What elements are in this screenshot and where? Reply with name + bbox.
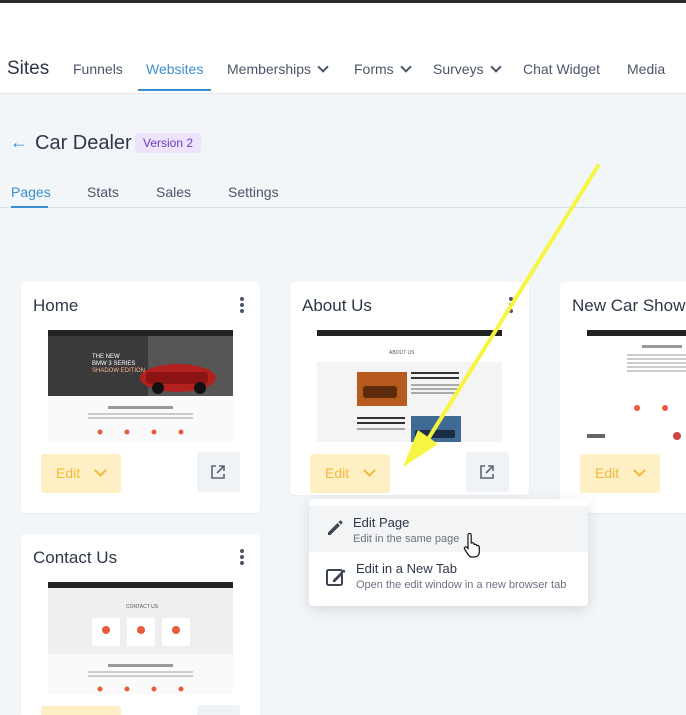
- menu-item-title: Edit in a New Tab: [356, 561, 457, 576]
- open-in-new-tab-button[interactable]: [197, 705, 240, 715]
- contact-heading: CONTACT US: [126, 604, 159, 610]
- menu-item-edit-page[interactable]: Edit Page Edit in the same page: [309, 506, 588, 552]
- chevron-down-icon: [489, 61, 502, 73]
- edit-button[interactable]: Edit: [310, 454, 390, 493]
- page-thumbnail[interactable]: ABOUT US: [317, 330, 502, 442]
- card-title: Contact Us: [33, 548, 118, 567]
- home-thumbnail-image: THE NEW BMW 3 SERIES SHADOW EDITION: [48, 330, 233, 435]
- page-thumbnail[interactable]: [587, 330, 686, 442]
- nav-item-surveys[interactable]: Surveys: [433, 61, 502, 77]
- chevron-down-icon: [363, 464, 376, 477]
- chevron-down-icon: [400, 61, 412, 73]
- nav-item-chat-widget[interactable]: Chat Widget: [523, 61, 600, 77]
- hero-line-1: THE NEW: [92, 354, 120, 360]
- nav-item-surveys-label: Surveys: [433, 61, 484, 77]
- about-thumbnail-image: ABOUT US: [317, 330, 502, 442]
- arrow-left-icon[interactable]: ←: [10, 132, 28, 153]
- open-in-new-tab-button[interactable]: [197, 452, 240, 492]
- page-thumbnail[interactable]: THE NEW BMW 3 SERIES SHADOW EDITION: [48, 330, 233, 442]
- nav-item-websites[interactable]: Websites: [146, 61, 203, 77]
- hero-line-3: SHADOW EDITION: [92, 368, 145, 374]
- nav-item-forms-label: Forms: [354, 61, 394, 77]
- active-nav-indicator: [138, 89, 211, 91]
- chevron-down-icon: [94, 464, 107, 477]
- about-heading: ABOUT US: [389, 350, 415, 356]
- card-title: Home: [33, 296, 79, 315]
- page-title: Car Dealer: [35, 132, 132, 154]
- chevron-down-icon: [633, 464, 646, 477]
- edit-button-label: Edit: [325, 465, 350, 481]
- page-thumbnail[interactable]: CONTACT US: [48, 582, 233, 694]
- chevron-down-icon: [317, 61, 329, 73]
- edit-button[interactable]: [41, 706, 121, 715]
- edit-button[interactable]: Edit: [41, 454, 121, 493]
- version-badge: Version 2: [135, 133, 202, 153]
- top-nav: Sites Funnels Websites Memberships Forms…: [0, 3, 686, 94]
- nav-item-funnels[interactable]: Funnels: [73, 61, 123, 77]
- tab-sales[interactable]: Sales: [156, 184, 191, 200]
- edit-button-label: Edit: [56, 465, 81, 481]
- kebab-menu-icon[interactable]: [240, 297, 244, 313]
- nav-item-forms[interactable]: Forms: [354, 61, 412, 77]
- nav-item-memberships-label: Memberships: [227, 61, 312, 77]
- menu-item-edit-new-tab[interactable]: Edit in a New Tab Open the edit window i…: [309, 554, 588, 600]
- external-link-icon: [211, 465, 225, 479]
- nav-item-memberships[interactable]: Memberships: [227, 61, 329, 77]
- page-card-about-us: About Us ABOUT US Edit: [290, 282, 529, 495]
- edit-button-label: Edit: [595, 465, 620, 481]
- page-card-home: Home THE NEW BMW 3 SERIES SHADOW EDITION…: [21, 282, 260, 513]
- tab-settings[interactable]: Settings: [228, 184, 279, 200]
- menu-item-title: Edit Page: [353, 515, 410, 530]
- card-title: New Car Show: [572, 296, 686, 315]
- page-card-new-car-show: New Car Show Edit: [560, 282, 686, 513]
- edit-button[interactable]: Edit: [580, 454, 660, 493]
- kebab-menu-icon[interactable]: [509, 297, 513, 313]
- kebab-menu-icon[interactable]: [240, 549, 244, 565]
- edit-external-icon: [326, 569, 346, 586]
- tab-stats[interactable]: Stats: [87, 184, 119, 200]
- hero-line-2: BMW 3 SERIES: [92, 361, 135, 367]
- open-in-new-tab-button[interactable]: [466, 452, 509, 492]
- active-tab-indicator: [11, 206, 48, 208]
- pencil-icon: [328, 520, 343, 535]
- menu-item-subtitle: Open the edit window in a new browser ta…: [356, 579, 567, 591]
- tab-pages[interactable]: Pages: [11, 184, 51, 200]
- hand-pointer-icon: [463, 533, 480, 558]
- page-card-contact-us: Contact Us CONTACT US: [21, 534, 260, 715]
- edit-dropdown-menu: Edit Page Edit in the same page Edit in …: [309, 499, 588, 606]
- contact-thumbnail-image: CONTACT US: [48, 582, 233, 692]
- nav-item-media[interactable]: Media: [627, 61, 665, 77]
- app-section-title: Sites: [7, 58, 50, 79]
- menu-item-subtitle: Edit in the same page: [353, 533, 460, 545]
- new-car-show-thumbnail-image: [587, 330, 686, 442]
- external-link-icon: [480, 465, 494, 479]
- tabs-divider: [0, 207, 686, 208]
- card-title: About Us: [302, 296, 372, 315]
